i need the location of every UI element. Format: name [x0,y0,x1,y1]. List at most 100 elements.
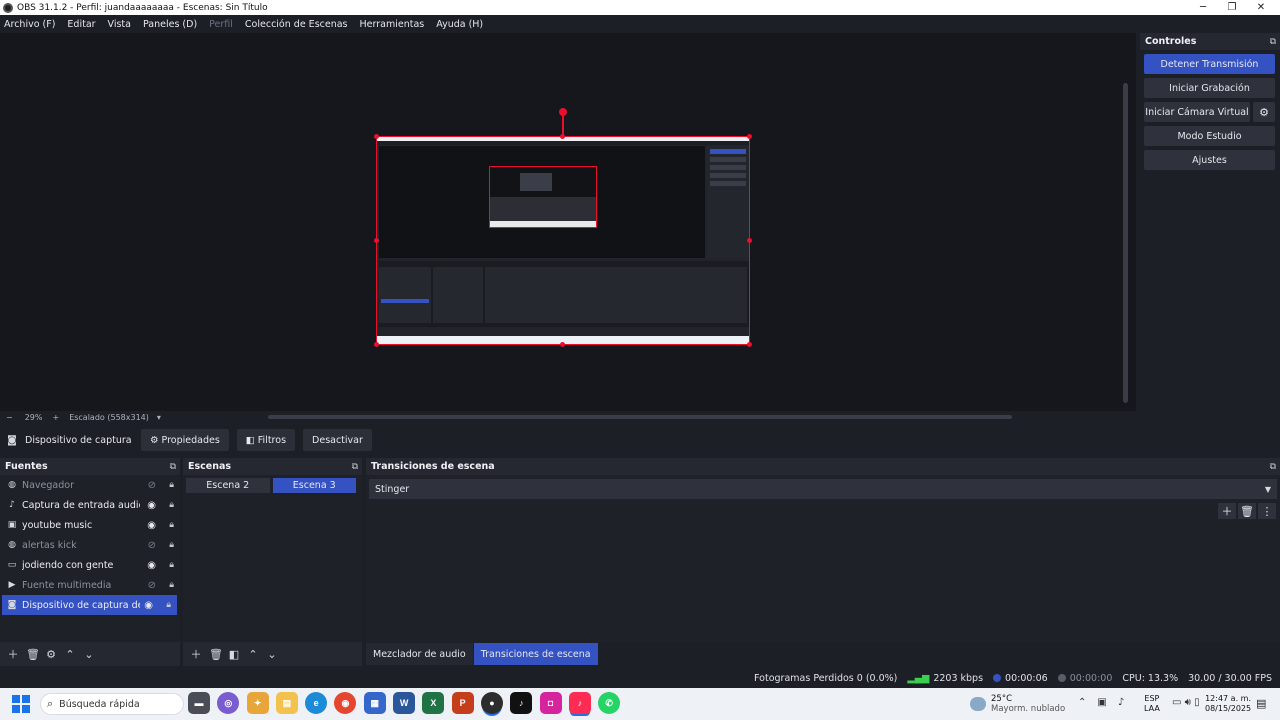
store-icon[interactable]: ▦ [363,692,386,714]
tab-scene-transitions[interactable]: Transiciones de escena [473,643,598,665]
menu-coleccion-escenas[interactable]: Colección de Escenas [243,19,350,30]
deactivate-button[interactable]: Desactivar [303,429,372,451]
preview-source-selection[interactable] [374,102,752,347]
lock-icon[interactable]: 🔒︎ [169,560,174,570]
tab-audio-mixer[interactable]: Mezclador de audio [366,643,473,665]
properties-button[interactable]: ⚙ Propiedades [141,429,229,451]
gear-icon[interactable]: ⚙ [45,648,57,661]
notification-icon[interactable]: ▤ [1256,697,1266,710]
maximize-icon[interactable]: ❐ [1217,0,1247,15]
undock-icon[interactable]: ⧉ [1270,462,1276,472]
start-recording-button[interactable]: Iniciar Grabación [1144,78,1275,98]
move-down-icon[interactable]: ⌄ [83,648,95,661]
trash-icon[interactable]: 🗑︎ [26,648,40,661]
preview-vertical-scrollbar[interactable] [1123,83,1128,403]
powerpoint-icon[interactable]: P [451,692,474,714]
resize-handle-tl[interactable] [374,134,379,139]
menu-paneles[interactable]: Paneles (D) [141,19,199,30]
trash-icon[interactable]: 🗑︎ [209,648,223,661]
whatsapp-icon[interactable]: ✆ [598,692,621,714]
undock-icon[interactable]: ⧉ [352,462,358,472]
scale-dropdown-icon[interactable]: ▾ [157,413,161,422]
excel-icon[interactable]: X [422,692,445,714]
preview-horizontal-scrollbar[interactable] [268,415,1012,419]
hidden-eye-icon[interactable]: ⊘ [148,540,156,551]
eye-icon[interactable]: ◉ [147,520,156,531]
source-item[interactable]: ▭ jodiendo con gente ◉ 🔒︎ [0,555,180,575]
filters-button[interactable]: ◧ Filtros [236,429,296,451]
menu-ayuda[interactable]: Ayuda (H) [434,19,485,30]
resize-handle-br[interactable] [747,342,752,347]
minimize-icon[interactable]: ─ [1188,0,1218,15]
scene-item[interactable]: Escena 2 [186,478,270,493]
eye-icon[interactable]: ◉ [147,560,156,571]
menu-vista[interactable]: Vista [106,19,133,30]
eye-icon[interactable]: ◉ [144,600,153,611]
trash-icon[interactable]: 🗑︎ [1238,503,1256,519]
resize-handle-tr[interactable] [747,134,752,139]
add-icon[interactable]: ＋ [1218,503,1236,519]
lock-icon[interactable]: 🔒︎ [166,600,171,610]
scene-item-active[interactable]: Escena 3 [272,478,356,493]
network-volume-icons[interactable]: ▭ 🔊︎ ▯ [1172,697,1200,708]
more-options-icon[interactable]: ⋮ [1258,503,1276,519]
hidden-eye-icon[interactable]: ⊘ [148,580,156,591]
word-icon[interactable]: W [393,692,416,714]
studio-mode-button[interactable]: Modo Estudio [1144,126,1275,146]
filter-icon[interactable]: ◧ [228,648,240,661]
undock-icon[interactable]: ⧉ [170,462,176,472]
tiktok-icon[interactable]: ♪ [510,692,533,714]
virtual-camera-settings-icon[interactable]: ⚙ [1253,102,1275,122]
folder-icon[interactable]: ▤ [275,692,298,714]
source-item-selected[interactable]: ◙ Dispositivo de captura de video ◉ 🔒︎ [2,595,177,615]
source-item[interactable]: ◍ alertas kick ⊘ 🔒︎ [0,535,180,555]
chrome-icon[interactable]: ◉ [334,692,357,714]
lock-icon[interactable]: 🔒︎ [169,520,174,530]
menu-perfil[interactable]: Perfil [207,19,235,30]
lock-icon[interactable]: 🔒︎ [169,500,174,510]
source-item[interactable]: ◍ Navegador ⊘ 🔒︎ [0,475,180,495]
colorful-app-icon[interactable]: ✦ [246,692,269,714]
menu-editar[interactable]: Editar [65,19,97,30]
preview-area[interactable] [0,33,1136,411]
resize-handle-b[interactable] [560,342,565,347]
menu-herramientas[interactable]: Herramientas [358,19,427,30]
zoom-in-button[interactable]: + [52,413,59,422]
transition-select[interactable]: Stinger ▼ [369,479,1277,499]
resize-handle-bl[interactable] [374,342,379,347]
language-indicator[interactable]: ESP LAA [1144,694,1160,714]
zoom-out-button[interactable]: − [6,413,13,422]
resize-handle-r[interactable] [747,238,752,243]
chevron-up-icon[interactable]: ⌃ [1078,697,1086,708]
move-up-icon[interactable]: ⌃ [247,648,259,661]
obs-icon[interactable]: ● [480,692,503,714]
start-virtual-camera-button[interactable]: Iniciar Cámara Virtual [1144,102,1250,122]
copilot-icon[interactable]: ◎ [217,692,240,714]
file-explorer-icon[interactable]: ▬ [188,692,210,714]
instagram-icon[interactable]: ◘ [539,692,562,714]
resize-handle-l[interactable] [374,238,379,243]
microphone-icon[interactable]: ♪ [1118,697,1124,708]
move-down-icon[interactable]: ⌄ [266,648,278,661]
edge-icon[interactable]: e [305,692,328,714]
hidden-eye-icon[interactable]: ⊘ [148,480,156,491]
add-icon[interactable]: ＋ [7,646,19,662]
taskbar-search-box[interactable]: ⌕ Búsqueda rápida [40,693,184,715]
source-item[interactable]: ♪ Captura de entrada audio ◉ 🔒︎ [0,495,180,515]
menu-archivo[interactable]: Archivo (F) [2,19,57,30]
weather-widget[interactable]: 25°C Mayorm. nublado [970,694,1065,714]
source-item[interactable]: ▶ Fuente multimedia ⊘ 🔒︎ [0,575,180,595]
lock-icon[interactable]: 🔒︎ [169,480,174,490]
stop-stream-button[interactable]: Detener Transmisión [1144,54,1275,74]
resize-handle-t[interactable] [560,134,565,139]
close-icon[interactable]: ✕ [1246,0,1276,15]
add-icon[interactable]: ＋ [190,646,202,662]
lock-icon[interactable]: 🔒︎ [169,580,174,590]
move-up-icon[interactable]: ⌃ [64,648,76,661]
tray-app-icon[interactable]: ▣ [1097,697,1106,708]
source-item[interactable]: ▣ youtube music ◉ 🔒︎ [0,515,180,535]
lock-icon[interactable]: 🔒︎ [169,540,174,550]
settings-button[interactable]: Ajustes [1144,150,1275,170]
tiktok-live-icon[interactable]: ♪ [568,692,591,714]
undock-icon[interactable]: ⧉ [1270,37,1276,47]
